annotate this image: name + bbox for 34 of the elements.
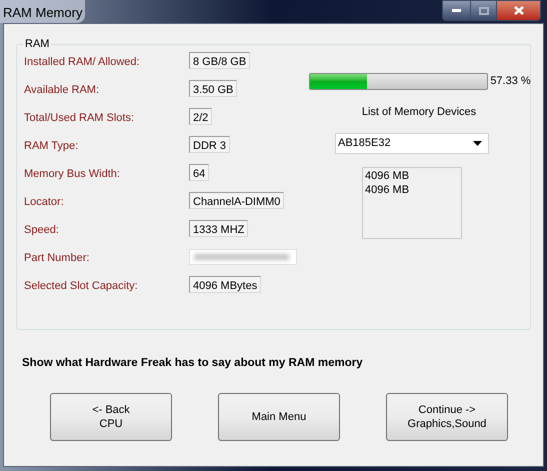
maximize-icon xyxy=(478,6,488,14)
list-item[interactable]: 4096 MB xyxy=(365,182,459,196)
usage-percent: 57.33 % xyxy=(490,74,531,90)
value-field: 2/2 xyxy=(189,108,212,125)
field-label: Available RAM: xyxy=(24,83,100,98)
field-label: Speed: xyxy=(24,223,60,238)
value-field: 3.50 GB xyxy=(189,80,238,97)
field-label: Memory Bus Width: xyxy=(24,167,121,182)
minimize-icon xyxy=(452,9,461,12)
close-button[interactable] xyxy=(496,1,540,20)
value-field: 8 GB/8 GB xyxy=(189,52,250,69)
devices-title: List of Memory Devices xyxy=(362,105,476,120)
minimize-button[interactable] xyxy=(443,1,470,20)
window-title: RAM Memory xyxy=(0,0,86,22)
nav-button[interactable]: <- Back CPU xyxy=(50,393,172,442)
device-dropdown[interactable]: AB185E32 xyxy=(335,132,489,154)
field-label: Installed RAM/ Allowed: xyxy=(24,55,141,70)
value-field: ChannelA-DIMM0 xyxy=(189,192,284,209)
maximize-button[interactable] xyxy=(470,1,496,20)
list-item[interactable]: 4096 MB xyxy=(365,168,459,182)
value-field: 4096 MBytes xyxy=(189,276,262,293)
field-label: Selected Slot Capacity: xyxy=(24,279,139,294)
field-label: RAM Type: xyxy=(24,139,80,154)
dropdown-arrow-icon xyxy=(473,140,482,146)
value-field: 1333 MHZ xyxy=(189,220,248,237)
prompt-text: Show what Hardware Freak has to say about my RAM memory xyxy=(22,356,364,371)
value-field: 64 xyxy=(189,164,210,181)
close-icon xyxy=(514,6,524,15)
nav-button[interactable]: Main Menu xyxy=(218,393,340,442)
field-label: Part Number: xyxy=(24,251,90,266)
field-label: Total/Used RAM Slots: xyxy=(24,111,136,126)
nav-button[interactable]: Continue -> Graphics,Sound xyxy=(386,393,508,442)
value-field: DDR 3 xyxy=(189,136,230,153)
field-label: Locator: xyxy=(24,195,65,210)
